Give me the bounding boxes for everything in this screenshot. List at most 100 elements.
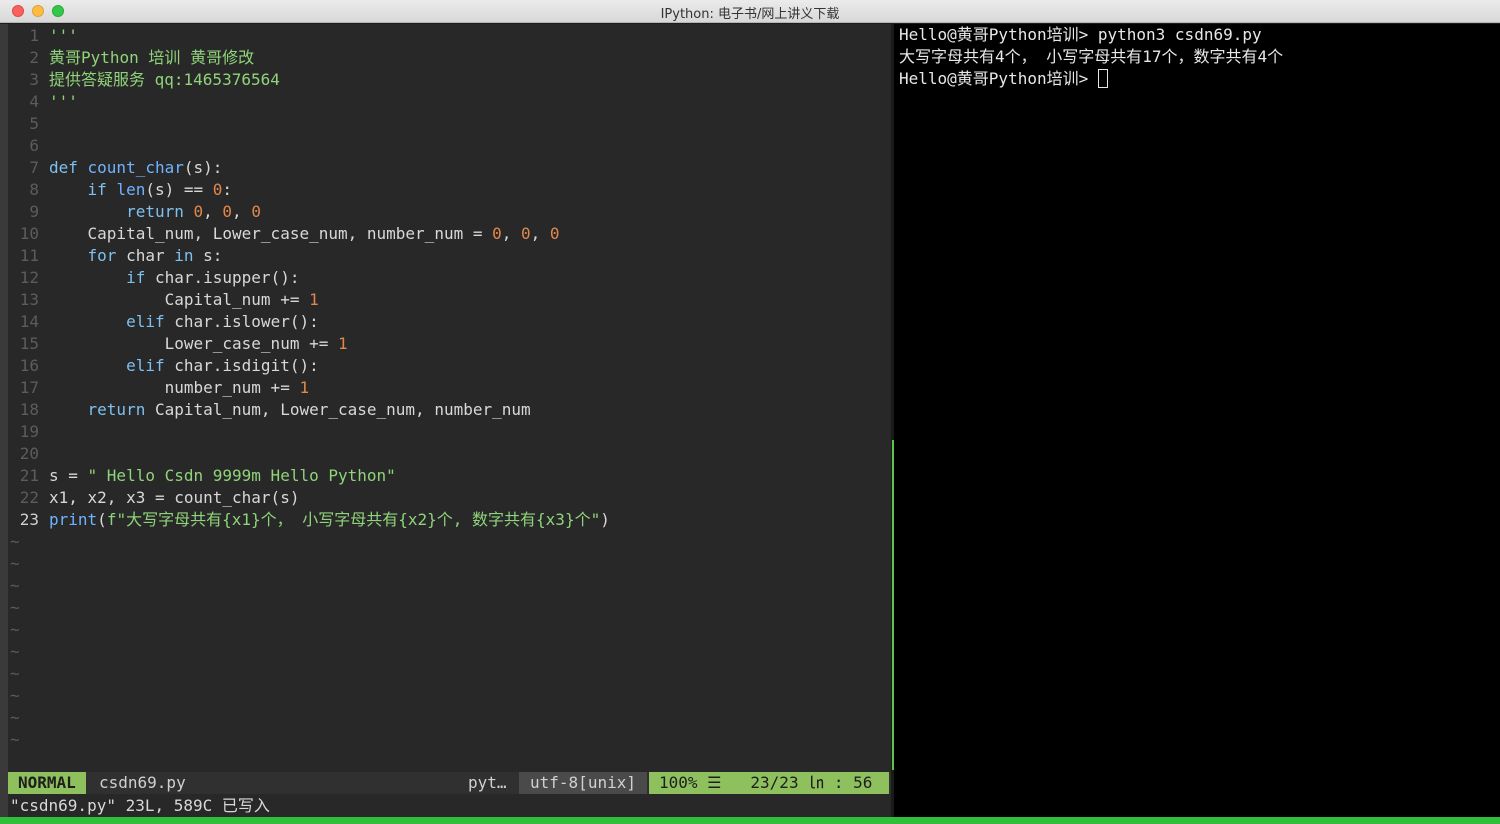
line-number: 9 — [29, 202, 39, 221]
code-token: 0 — [222, 202, 233, 221]
line-number: 3 — [29, 70, 39, 89]
vim-command-line[interactable]: "csdn69.py" 23L, 589C 已写入 — [10, 795, 270, 817]
code-line[interactable]: 5 — [8, 113, 891, 135]
code-token: def — [49, 158, 88, 177]
code-token: 0 — [193, 202, 204, 221]
tilde-marker: ~ — [10, 620, 20, 639]
code-line[interactable]: 6 — [8, 135, 891, 157]
window-left-edge — [0, 24, 8, 817]
code-token: , — [203, 202, 223, 221]
code-line[interactable]: 16 elif char.isdigit(): — [8, 355, 891, 377]
code-token: print — [49, 510, 98, 529]
line-number: 6 — [29, 136, 39, 155]
line-number: 17 — [19, 378, 39, 397]
code-token: ''' — [49, 92, 78, 111]
code-token: return — [126, 202, 194, 221]
code-line[interactable]: 17 number_num += 1 — [8, 377, 891, 399]
empty-line-marker: ~ — [8, 729, 891, 751]
code-line[interactable]: 11 for char in s: — [8, 245, 891, 267]
code-line[interactable]: 21 s = " Hello Csdn 9999m Hello Python" — [8, 465, 891, 487]
code-line[interactable]: 12 if char.isupper(): — [8, 267, 891, 289]
code-token: x1, x2, x3 = count_char(s) — [49, 488, 300, 507]
code-token: 提供答疑服务 qq:1465376564 — [49, 70, 280, 89]
tmux-status-bar — [0, 817, 1500, 824]
code-token: , — [501, 224, 522, 243]
empty-line-marker: ~ — [8, 663, 891, 685]
line-number: 5 — [29, 114, 39, 133]
code-token: Capital_num += — [49, 290, 310, 309]
line-number: 23 — [19, 510, 39, 529]
code-token: 1 — [337, 334, 348, 353]
line-number: 10 — [19, 224, 39, 243]
code-line[interactable]: 22 x1, x2, x3 = count_char(s) — [8, 487, 891, 509]
terminal-prompt: Hello@黄哥Python培训> — [899, 69, 1098, 88]
code-token: char.islower(): — [174, 312, 319, 331]
code-line[interactable]: 1 ''' — [8, 25, 891, 47]
terminal-pane[interactable]: Hello@黄哥Python培训> python3 csdn69.py 大写字母… — [894, 24, 1500, 817]
code-token: (s) == — [145, 180, 213, 199]
code-line[interactable]: 3 提供答疑服务 qq:1465376564 — [8, 69, 891, 91]
title-bar: IPython: 电子书/网上讲义下载 — [0, 0, 1500, 23]
tilde-marker: ~ — [10, 576, 20, 595]
code-token: , — [530, 224, 550, 243]
code-token: ''' — [49, 26, 78, 45]
code-line[interactable]: 18 return Capital_num, Lower_case_num, n… — [8, 399, 891, 421]
empty-line-marker: ~ — [8, 531, 891, 553]
code-token: , — [232, 202, 252, 221]
terminal-line-1: Hello@黄哥Python培训> python3 csdn69.py — [899, 25, 1262, 44]
empty-line-marker: ~ — [8, 707, 891, 729]
line-number: 8 — [29, 180, 39, 199]
code-token: 0 — [521, 224, 531, 243]
terminal-prompt-line[interactable]: Hello@黄哥Python培训> — [899, 68, 1108, 90]
line-number: 20 — [19, 444, 39, 463]
code-token: elif — [126, 356, 175, 375]
line-number: 4 — [29, 92, 39, 111]
code-token: len — [116, 180, 146, 199]
code-token: ( — [97, 510, 107, 529]
line-number: 16 — [19, 356, 39, 375]
code-line[interactable]: 23 print(f"大写字母共有{x1}个， 小写字母共有{x2}个, 数字共有… — [8, 509, 891, 531]
code-line[interactable]: 19 — [8, 421, 891, 443]
tilde-marker: ~ — [10, 642, 20, 661]
code-token: f"大写字母共有{x1}个， 小写字母共有{x2}个, 数字共有{x3}个" — [106, 510, 601, 529]
code-token: Lower_case_num += — [49, 334, 338, 353]
line-number: 21 — [19, 466, 39, 485]
line-number: 18 — [19, 400, 39, 419]
code-line[interactable]: 2 黄哥Python 培训 黄哥修改 — [8, 47, 891, 69]
line-number: 14 — [19, 312, 39, 331]
code-line[interactable]: 13 Capital_num += 1 — [8, 289, 891, 311]
code-line[interactable]: 20 — [8, 443, 891, 465]
code-token: if — [126, 268, 155, 287]
code-token: 0 — [492, 224, 502, 243]
code-token: s: — [203, 246, 223, 265]
code-line[interactable]: 9 return 0, 0, 0 — [8, 201, 891, 223]
code-token: for — [87, 246, 127, 265]
line-number: 12 — [19, 268, 39, 287]
code-token: 0 — [212, 180, 223, 199]
code-token: 0 — [251, 202, 261, 221]
terminal-cursor — [1097, 69, 1108, 88]
vim-mode-indicator: NORMAL — [8, 772, 86, 794]
code-line[interactable]: 8 if len(s) == 0: — [8, 179, 891, 201]
status-encoding: utf-8[unix] — [519, 772, 647, 794]
window-title: IPython: 电子书/网上讲义下载 — [660, 7, 840, 22]
code-line[interactable]: 14 elif char.islower(): — [8, 311, 891, 333]
code-line[interactable]: 7 def count_char(s): — [8, 157, 891, 179]
code-line[interactable]: 4 ''' — [8, 91, 891, 113]
code-token: if — [87, 180, 117, 199]
empty-line-marker: ~ — [8, 619, 891, 641]
code-line[interactable]: 15 Lower_case_num += 1 — [8, 333, 891, 355]
code-token: (s): — [183, 158, 223, 177]
code-line[interactable]: 10 Capital_num, Lower_case_num, number_n… — [8, 223, 891, 245]
line-number: 19 — [19, 422, 39, 441]
code-token: " Hello Csdn 9999m Hello Python" — [87, 466, 396, 485]
tilde-marker: ~ — [10, 708, 20, 727]
tilde-marker: ~ — [10, 730, 20, 749]
tilde-marker: ~ — [10, 664, 20, 683]
vim-editor-pane[interactable]: 1 ''' 2 黄哥Python 培训 黄哥修改 3 提供答疑服务 qq:14653765… — [8, 24, 891, 817]
tilde-marker: ~ — [10, 554, 20, 573]
code-token: ) — [600, 510, 610, 529]
